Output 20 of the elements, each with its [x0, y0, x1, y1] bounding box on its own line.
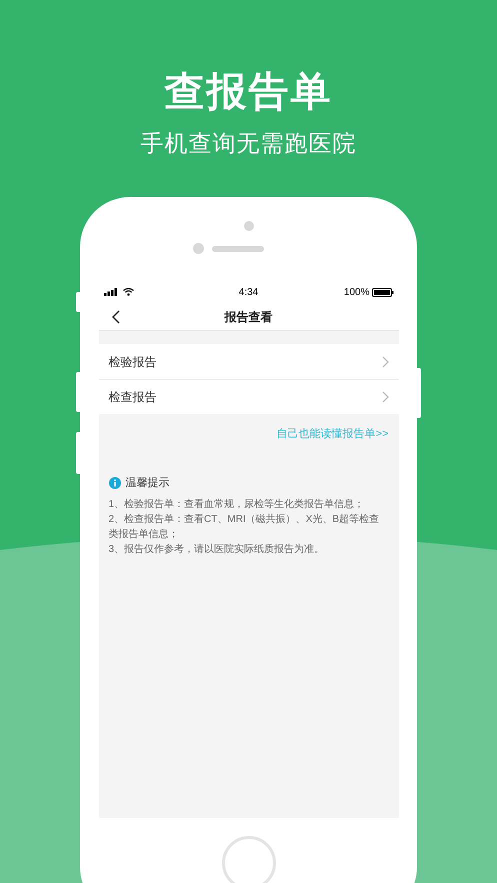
tips-title: 温馨提示 [126, 476, 170, 490]
info-icon [108, 476, 120, 489]
chevron-right-icon [382, 356, 388, 368]
chevron-right-icon [382, 391, 388, 403]
signal-icon [104, 288, 118, 296]
nav-title: 报告查看 [224, 309, 272, 326]
menu-item[interactable]: 检验报告 [98, 344, 398, 379]
speaker-icon [212, 246, 264, 252]
tip-text: 3、报告仅作参考，请以医院实际纸质报告为准。 [108, 542, 326, 557]
hero-title: 查报告单 [164, 69, 332, 116]
status-time: 4:34 [238, 286, 258, 300]
camera-icon [244, 221, 254, 231]
menu-item[interactable]: 检查报告 [98, 379, 398, 414]
tip-text: 2、检查报告单：查看CT、MRI（磁共振）、X光、B超等检查类报告单信息； [108, 512, 380, 542]
hero-subtitle: 手机查询无需跑医院 [140, 129, 356, 158]
sensor-icon [193, 243, 204, 254]
tip-text: 1、检验报告单：查看血常规，尿检等生化类报告单信息； [108, 498, 366, 512]
battery-percent: 100% [344, 286, 370, 300]
wifi-icon [122, 288, 134, 296]
battery-icon [372, 288, 394, 296]
